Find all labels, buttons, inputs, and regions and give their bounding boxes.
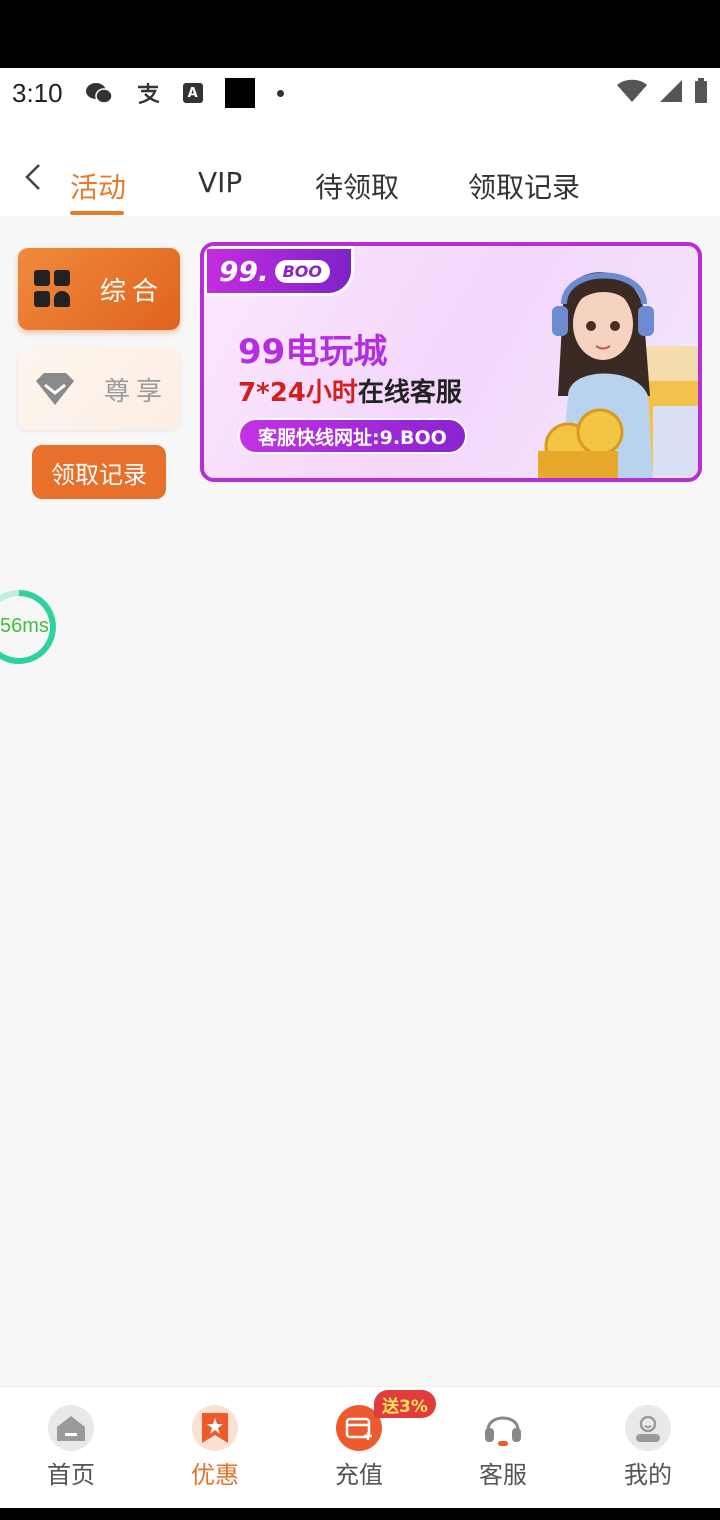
banner-subtitle: 7*24小时在线客服 <box>238 372 462 409</box>
status-time: 3:10 <box>12 77 63 108</box>
chevron-left-icon <box>25 164 40 190</box>
ping-latency-text: 56ms <box>0 615 49 637</box>
top-bezel <box>0 0 720 68</box>
dot-icon <box>276 89 284 97</box>
banner-badge-brand: BOO <box>274 259 331 283</box>
diamond-icon <box>36 373 74 405</box>
bottom-nav-support[interactable]: 客服 <box>453 1405 553 1490</box>
banner-brand-badge: 99. BOO <box>204 246 354 296</box>
battery-icon <box>694 78 708 108</box>
tab-pending[interactable]: 待领取 <box>315 166 399 206</box>
active-tab-underline <box>70 211 124 215</box>
banner-title: 99电玩城 <box>238 332 388 372</box>
tab-activity[interactable]: 活动 <box>70 166 126 206</box>
bottom-nav-profile-label: 我的 <box>624 1461 672 1489</box>
status-bar: 3:10 A <box>0 68 720 118</box>
signal-icon <box>658 78 684 108</box>
a-box-icon: A <box>182 83 203 103</box>
bottom-nav-profile[interactable]: 我的 <box>598 1405 698 1490</box>
top-nav-bar: 活动 VIP 待领取 领取记录 <box>0 118 720 216</box>
alipay-icon <box>135 81 161 105</box>
profile-icon <box>625 1405 671 1451</box>
bottom-nav: 首页 优惠 充值 客服 我的 <box>0 1386 720 1508</box>
back-button[interactable] <box>18 160 48 194</box>
bottom-nav-promo-label: 优惠 <box>191 1461 239 1489</box>
category-exclusive[interactable]: 尊享 <box>18 348 180 430</box>
promo-banner[interactable]: 99. BOO 99电玩城 7*24小时在线客服 客服快线网址:9.BOO <box>200 242 702 482</box>
home-icon <box>48 1405 94 1451</box>
grid-icon <box>34 270 72 308</box>
banner-sub-red: 7*24小时 <box>238 378 358 408</box>
bottom-bezel <box>0 1508 720 1520</box>
category-sidebar: 综合 尊享 <box>18 248 180 448</box>
claim-record-button[interactable]: 领取记录 <box>32 445 166 499</box>
category-exclusive-label: 尊享 <box>104 376 169 407</box>
category-general[interactable]: 综合 <box>18 248 180 330</box>
bottom-nav-support-label: 客服 <box>479 1461 527 1489</box>
customer-service-illustration <box>538 272 698 478</box>
promo-icon <box>192 1405 238 1451</box>
black-square-icon <box>224 78 255 108</box>
banner-url-pill: 客服快线网址:9.BOO <box>238 418 467 454</box>
bottom-nav-deposit-label: 充值 <box>335 1461 383 1489</box>
tab-claim-records[interactable]: 领取记录 <box>468 166 580 206</box>
bottom-nav-home[interactable]: 首页 <box>21 1405 121 1490</box>
tab-vip[interactable]: VIP <box>198 166 242 199</box>
banner-badge-num: 99. <box>219 254 269 288</box>
category-general-label: 综合 <box>100 276 165 307</box>
bottom-nav-home-label: 首页 <box>47 1461 95 1489</box>
banner-sub-black: 在线客服 <box>357 378 462 408</box>
bottom-nav-promo[interactable]: 优惠 <box>165 1405 265 1490</box>
wifi-icon <box>616 78 648 108</box>
deposit-bonus-badge: 送3% <box>374 1390 436 1418</box>
headset-icon <box>480 1405 526 1451</box>
wechat-icon <box>85 81 113 105</box>
